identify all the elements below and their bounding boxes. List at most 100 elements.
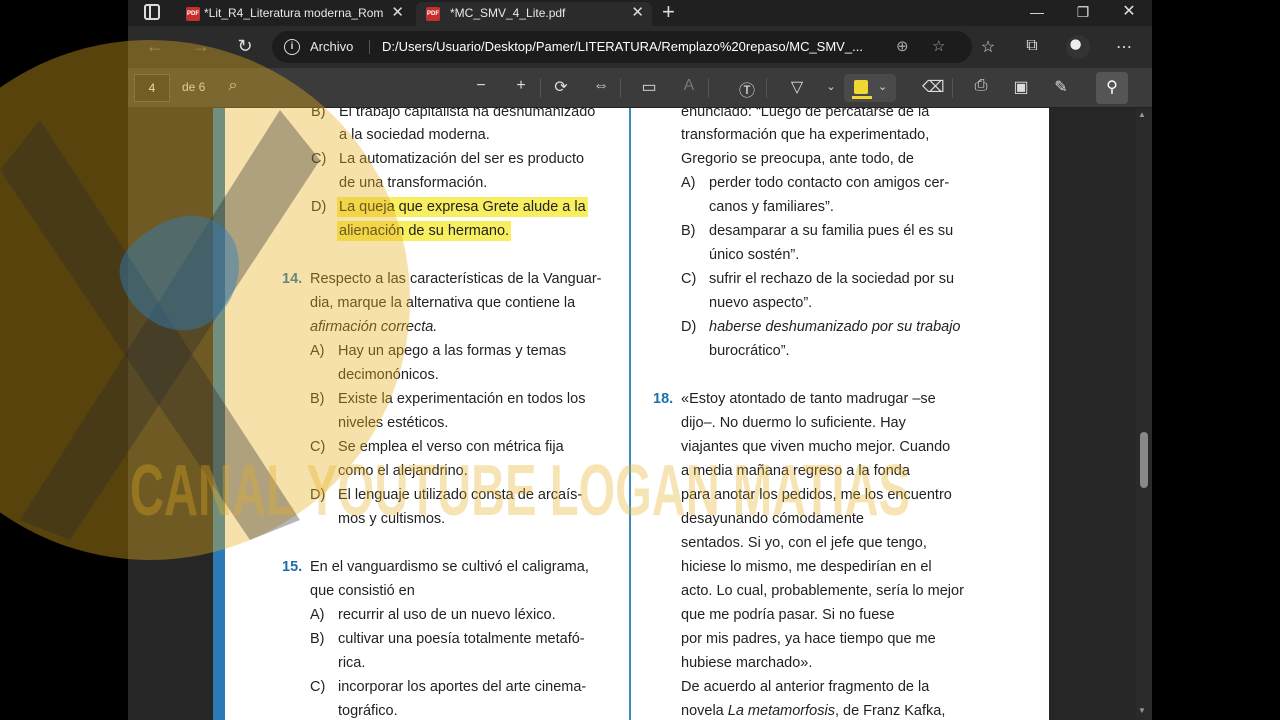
question-number: 18.	[653, 391, 674, 407]
option-text: niveles estéticos.	[338, 415, 449, 431]
maximize-icon[interactable]: ❐	[1060, 0, 1106, 24]
chevron-down-icon[interactable]: ⌄	[878, 80, 887, 93]
question-text: hubiese marchado».	[681, 655, 813, 671]
highlight-color-bar	[852, 96, 872, 99]
collections-icon[interactable]: ⧉	[1022, 37, 1042, 55]
highlighter-icon	[854, 80, 868, 94]
pdf-viewer[interactable]: B) El trabajo capitalista ha deshumaniza…	[128, 108, 1152, 720]
option-letter: A)	[681, 175, 696, 191]
close-window-icon[interactable]: ✕	[1106, 0, 1152, 24]
novel-title: La metamorfosis	[727, 703, 835, 719]
refresh-icon[interactable]: ↻	[234, 36, 256, 57]
more-options-icon[interactable]: ⋯	[1114, 37, 1134, 57]
page-view-icon[interactable]: ▭	[638, 77, 660, 97]
zoom-in-icon[interactable]: +	[510, 77, 532, 95]
scrollbar-thumb[interactable]	[1140, 432, 1148, 488]
option-letter: A)	[310, 343, 325, 359]
print-icon[interactable]: ⎙	[970, 77, 992, 95]
save-icon[interactable]: ▣	[1010, 77, 1032, 97]
option-text: decimonónicos.	[338, 367, 439, 383]
question-text: viajantes que viven mucho mejor. Cuando	[681, 439, 951, 455]
url-text[interactable]: D:/Users/Usuario/Desktop/Pamer/LITERATUR…	[382, 31, 887, 63]
address-bar[interactable]: i Archivo D:/Users/Usuario/Desktop/Pamer…	[272, 31, 972, 63]
question-text: por mis padres, ya hace tiempo que me	[681, 631, 936, 647]
highlighted-option-text: La queja que expresa Grete alude a la	[337, 197, 588, 217]
question-text: enunciado: “Luego de percatarse de la	[681, 108, 930, 120]
chevron-down-icon[interactable]: ⌄	[820, 80, 842, 93]
option-text: como el alejandrino.	[338, 463, 468, 479]
pin-toolbar-icon[interactable]: ⚲	[1096, 72, 1128, 104]
zoom-icon[interactable]: ⊕	[896, 31, 909, 63]
workspaces-icon[interactable]	[144, 4, 160, 20]
option-text: único sostén”.	[709, 247, 800, 263]
divider	[708, 78, 709, 98]
option-text: burocrático”.	[709, 343, 790, 359]
highlight-button[interactable]: ⌄	[844, 74, 896, 102]
question-text: Respecto a las características de la Van…	[310, 271, 602, 287]
scrollbar-track[interactable]	[1136, 108, 1152, 720]
fit-page-icon[interactable]: ⇔	[590, 77, 612, 95]
avatar[interactable]	[1066, 35, 1090, 59]
rotate-icon[interactable]: ⟳	[550, 77, 572, 97]
question-text: que consistió en	[310, 583, 415, 599]
pdf-icon: PDF	[426, 7, 440, 21]
option-text: haberse deshumanizado por su trabajo	[709, 319, 961, 335]
scroll-down-icon[interactable]: ▼	[1138, 706, 1146, 715]
question-text: hiciese lo mismo, me despedirían en el	[681, 559, 932, 575]
option-text: incorporar los aportes del arte cinema-	[338, 679, 587, 695]
pdf-toolbar: 4 de 6 ⌕ − + ⟳ ⇔ ▭ A Ⓣ ▽ ⌄ ⌄ ⌫ ⎙ ▣ ✎ ⚲	[128, 68, 1152, 108]
page-number-input[interactable]: 4	[134, 74, 170, 102]
tab-title: *MC_SMV_4_Lite.pdf	[450, 6, 566, 20]
option-letter: B)	[311, 108, 326, 120]
question-text: que me podría pasar. Si no fuese	[681, 607, 895, 623]
option-text: El trabajo capitalista ha deshumanizado	[339, 108, 596, 120]
read-aloud-icon[interactable]: A	[678, 77, 700, 95]
text-box-icon[interactable]: Ⓣ	[736, 77, 758, 101]
option-text: recurrir al uso de un nuevo léxico.	[338, 607, 556, 623]
option-text: Existe la experimentación en todos los	[338, 391, 586, 407]
option-letter: B)	[310, 631, 325, 647]
divider	[620, 78, 621, 98]
question-number: 14.	[282, 271, 303, 287]
divider	[369, 40, 370, 54]
option-text: Hay un apego a las formas y temas	[338, 343, 567, 359]
search-icon[interactable]: ⌕	[222, 77, 244, 95]
option-letter: D)	[311, 199, 327, 215]
draw-icon[interactable]: ▽	[786, 77, 808, 97]
divider	[540, 78, 541, 98]
back-icon[interactable]: ←	[144, 36, 166, 57]
close-tab-icon[interactable]: ✕	[391, 2, 404, 24]
tab-lit-r4[interactable]: PDF *Lit_R4_Literatura moderna_Rom ✕	[176, 2, 412, 26]
scroll-up-icon[interactable]: ▲	[1138, 110, 1146, 119]
question-text: Gregorio se preocupa, ante todo, de	[681, 151, 914, 167]
highlighted-option-text: alienación de su hermano.	[337, 221, 512, 241]
tab-mc-smv[interactable]: PDF *MC_SMV_4_Lite.pdf ✕	[416, 2, 652, 26]
option-letter: C)	[310, 439, 326, 455]
option-text: desamparar a su familia pues él es su	[709, 223, 954, 239]
save-as-icon[interactable]: ✎	[1050, 77, 1072, 97]
question-text: acto. Lo cual, probablemente, sería lo m…	[681, 583, 964, 599]
erase-icon[interactable]: ⌫	[922, 77, 945, 97]
option-text: La automatización del ser es producto	[339, 151, 585, 167]
question-text: afirmación correcta.	[310, 319, 438, 335]
page-edge	[213, 108, 225, 720]
forward-icon[interactable]: →	[190, 36, 212, 57]
navigation-bar: ← → ↻ i Archivo D:/Users/Usuario/Desktop…	[128, 26, 1152, 68]
option-text: perder todo contacto con amigos cer-	[709, 175, 950, 191]
option-text: canos y familiares”.	[709, 199, 834, 215]
question-text: dia, marque la alternativa que contiene …	[310, 295, 576, 311]
question-number: 15.	[282, 559, 303, 575]
minimize-icon[interactable]: —	[1014, 0, 1060, 24]
divider	[952, 78, 953, 98]
zoom-out-icon[interactable]: −	[470, 77, 492, 95]
favorites-icon[interactable]: ☆	[978, 37, 998, 57]
question-text: transformación que ha experimentado,	[681, 127, 930, 143]
add-favorite-icon[interactable]: ☆	[932, 31, 945, 63]
new-tab-icon[interactable]: +	[662, 0, 675, 24]
question-text: para anotar los pedidos, me los encuentr…	[681, 487, 952, 503]
option-letter: C)	[310, 679, 326, 695]
question-text: desayunando cómodamente	[681, 511, 864, 527]
option-letter: B)	[681, 223, 696, 239]
info-icon[interactable]: i	[284, 39, 300, 55]
close-tab-icon[interactable]: ✕	[631, 2, 644, 24]
